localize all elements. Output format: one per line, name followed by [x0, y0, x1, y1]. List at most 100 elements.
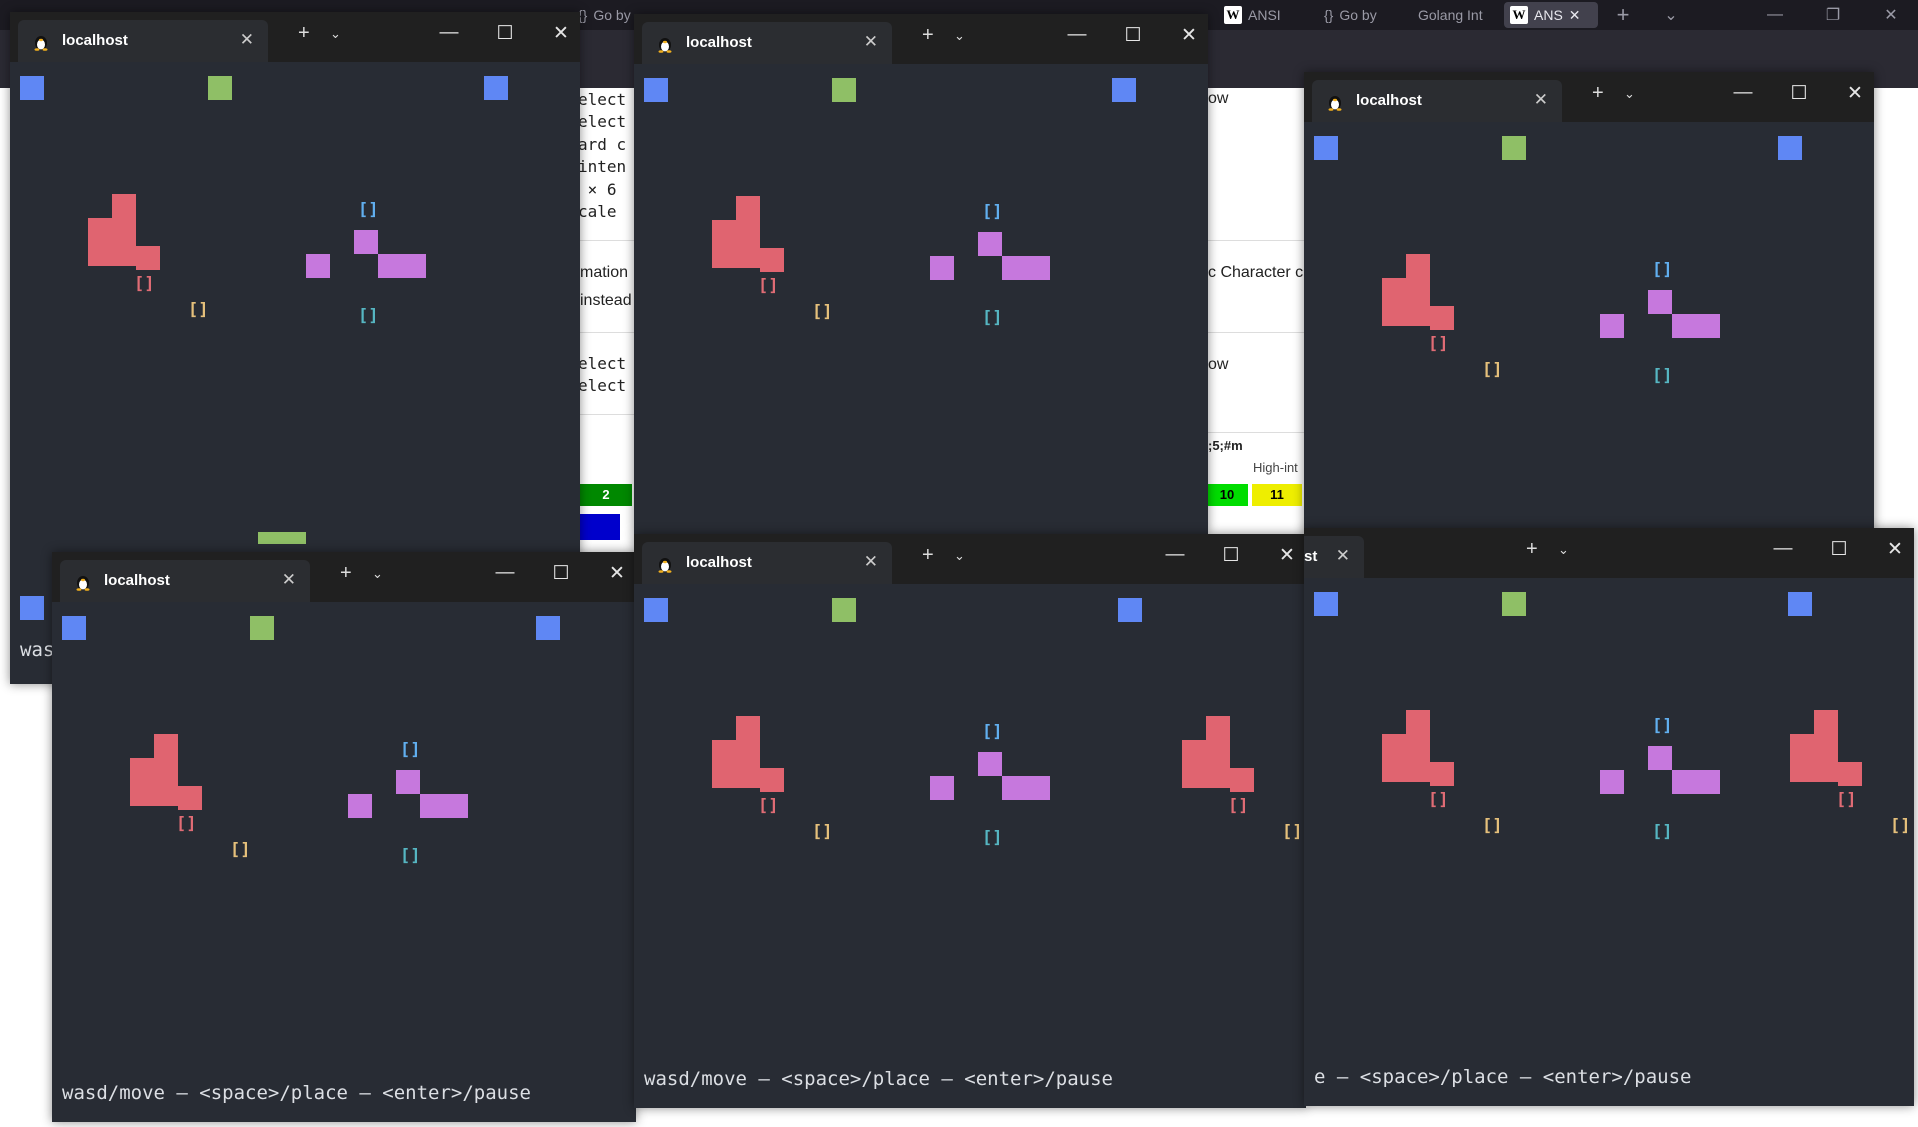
close-tab-icon[interactable]: ✕ [1336, 546, 1350, 566]
close-tab-icon[interactable]: ✕ [1534, 90, 1548, 110]
game-board[interactable]: [] [] [] [] [] [] wasd/move — <space>/place — … [634, 584, 1306, 1108]
divider [578, 332, 638, 333]
block-bracket-label: [] [982, 828, 1003, 848]
minimize-icon[interactable]: — [1062, 24, 1092, 46]
page-text: c Character c [1208, 264, 1304, 281]
new-tab-button[interactable]: + [298, 22, 310, 45]
browser-tab-active[interactable]: W ANS ✕ [1504, 2, 1598, 28]
minimize-icon[interactable]: — [1160, 544, 1190, 566]
blue-block [1778, 136, 1802, 160]
terminal-titlebar[interactable]: localhost ✕ + ⌄ — ☐ ✕ [634, 534, 1306, 584]
close-window-icon[interactable]: ✕ [1880, 538, 1910, 561]
dropdown-icon[interactable]: ⌄ [954, 548, 965, 564]
maximize-icon[interactable]: ☐ [1118, 24, 1148, 47]
linux-penguin-icon [1328, 96, 1342, 111]
dropdown-icon[interactable]: ⌄ [954, 28, 965, 44]
browser-tab-go-by-2[interactable]: {} Go by [1318, 2, 1414, 28]
minimize-icon[interactable]: — [1768, 538, 1798, 560]
red-block [112, 242, 136, 266]
browser-minimize-icon[interactable]: — [1752, 0, 1798, 30]
close-tab-icon[interactable]: ✕ [864, 552, 878, 572]
new-tab-button[interactable]: + [340, 562, 352, 585]
close-window-icon[interactable]: ✕ [546, 22, 576, 45]
minimize-icon[interactable]: — [434, 22, 464, 44]
dropdown-icon[interactable]: ⌄ [372, 566, 383, 582]
terminal-tab[interactable]: st ✕ [1304, 536, 1364, 578]
maximize-icon[interactable]: ☐ [1824, 538, 1854, 561]
terminal-tab[interactable]: localhost ✕ [1312, 80, 1562, 122]
terminal-titlebar[interactable]: localhost ✕ + ⌄ — ☐ ✕ [634, 14, 1208, 64]
red-block [1206, 716, 1230, 740]
purple-block [1672, 770, 1720, 794]
blue-block [536, 616, 560, 640]
terminal-titlebar[interactable]: localhost ✕ + ⌄ — ☐ ✕ [1304, 72, 1874, 122]
maximize-icon[interactable]: ☐ [1784, 82, 1814, 105]
red-block [712, 220, 736, 244]
block-bracket-label: [] [1482, 360, 1503, 380]
browser-tab-ansi[interactable]: W ANSI [1218, 2, 1308, 28]
new-tab-button[interactable]: + [922, 24, 934, 47]
close-window-icon[interactable]: ✕ [1174, 24, 1204, 47]
red-block [1182, 740, 1206, 764]
red-block [154, 758, 178, 782]
green-block [250, 616, 274, 640]
new-tab-button[interactable]: + [922, 544, 934, 567]
close-window-icon[interactable]: ✕ [1840, 82, 1870, 105]
tab-close-icon[interactable]: ✕ [1569, 7, 1581, 24]
browser-tab-list-button[interactable]: ⌄ [1648, 0, 1694, 30]
block-bracket-label: [] [982, 722, 1003, 742]
dropdown-icon[interactable]: ⌄ [330, 26, 341, 42]
red-block [112, 218, 136, 242]
game-board[interactable]: [] [] [] [] [634, 64, 1208, 534]
new-tab-button[interactable]: + [1526, 538, 1538, 561]
browser-new-tab-button[interactable]: + [1600, 0, 1646, 30]
game-board[interactable]: [] [] [] [] [] [] e — <space>/place — <enter>/… [1304, 578, 1914, 1106]
terminal-tab[interactable]: localhost ✕ [18, 20, 268, 62]
close-window-icon[interactable]: ✕ [1272, 544, 1302, 567]
browser-restore-icon[interactable]: ❐ [1810, 0, 1856, 30]
red-block [1814, 710, 1838, 734]
close-window-icon[interactable]: ✕ [602, 562, 632, 585]
page-code-line: ard c [578, 135, 627, 154]
purple-block [1600, 770, 1624, 794]
terminal-tab[interactable]: localhost ✕ [642, 22, 892, 64]
block-bracket-label: [] [982, 202, 1003, 222]
minimize-icon[interactable]: — [1728, 82, 1758, 104]
wikipedia-icon: W [1224, 6, 1242, 24]
terminal-titlebar[interactable]: localhost ✕ + ⌄ — ☐ ✕ [10, 12, 580, 62]
red-block [1406, 254, 1430, 278]
terminal-titlebar[interactable]: st ✕ + ⌄ — ☐ ✕ [1304, 528, 1914, 578]
blue-block [1314, 592, 1338, 616]
block-bracket-label: [] [1652, 822, 1673, 842]
maximize-icon[interactable]: ☐ [490, 22, 520, 45]
red-block [136, 246, 160, 270]
terminal-titlebar[interactable]: localhost ✕ + ⌄ — ☐ ✕ [52, 552, 636, 602]
blue-block [1112, 78, 1136, 102]
game-board[interactable]: [] [] [] [] [1304, 122, 1874, 532]
close-tab-icon[interactable]: ✕ [240, 30, 254, 50]
dropdown-icon[interactable]: ⌄ [1558, 542, 1569, 558]
minimize-icon[interactable]: — [490, 562, 520, 584]
game-board[interactable]: [] [] [] [] wasd/move — <space>/place — <ent… [52, 602, 636, 1122]
block-bracket-label: [] [1282, 822, 1303, 842]
blue-block [20, 76, 44, 100]
wikipedia-icon: W [1510, 6, 1528, 24]
close-tab-icon[interactable]: ✕ [864, 32, 878, 52]
close-tab-icon[interactable]: ✕ [282, 570, 296, 590]
page-code-line: cale [578, 202, 627, 221]
red-block [712, 764, 736, 788]
red-block [1814, 758, 1838, 782]
blue-block [644, 78, 668, 102]
page-text: High-int [1253, 460, 1298, 475]
dropdown-icon[interactable]: ⌄ [1624, 86, 1635, 102]
browser-tab-golang[interactable]: Golang Int [1412, 2, 1508, 28]
terminal-tab[interactable]: localhost ✕ [642, 542, 892, 584]
blue-block [20, 596, 44, 620]
new-tab-button[interactable]: + [1592, 82, 1604, 105]
browser-close-icon[interactable]: ✕ [1868, 0, 1914, 30]
terminal-tab-title: st [1304, 548, 1318, 565]
maximize-icon[interactable]: ☐ [1216, 544, 1246, 567]
maximize-icon[interactable]: ☐ [546, 562, 576, 585]
terminal-tab[interactable]: localhost ✕ [60, 560, 310, 602]
block-bracket-label: [] [1428, 334, 1449, 354]
